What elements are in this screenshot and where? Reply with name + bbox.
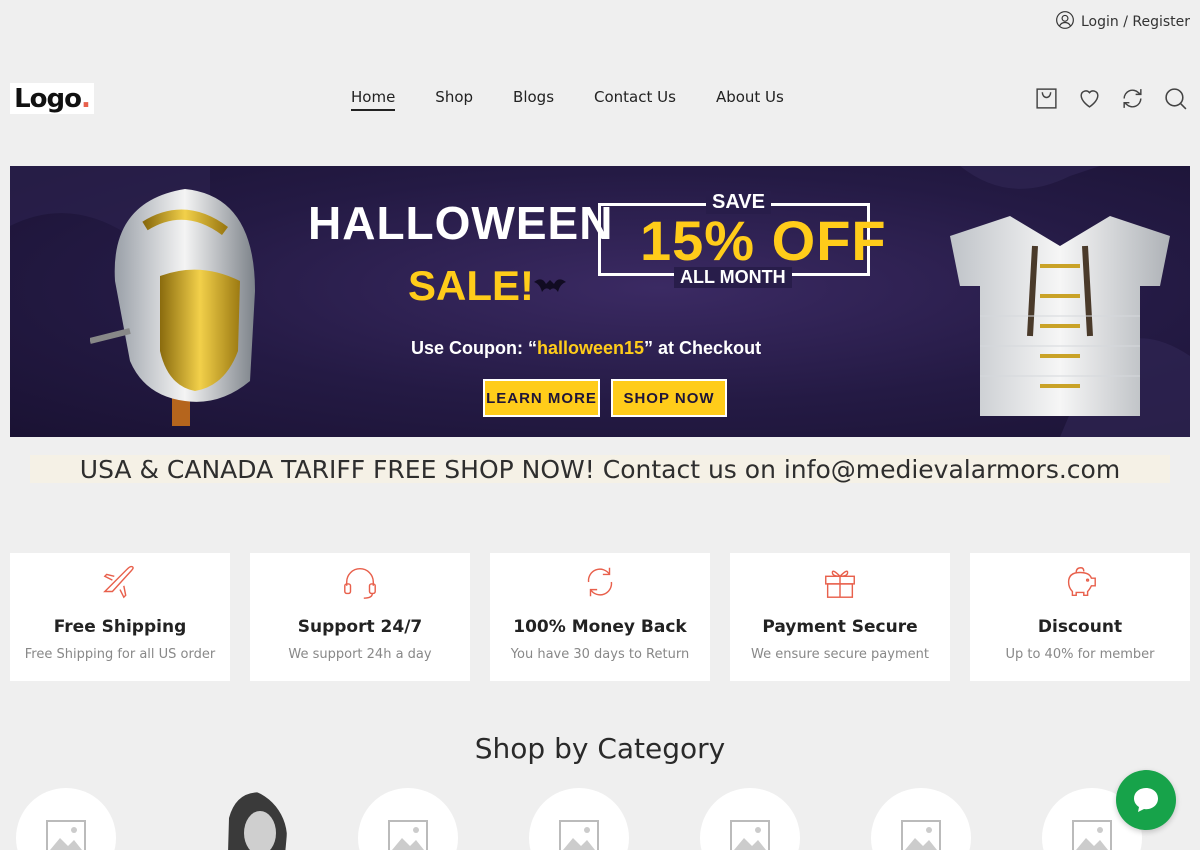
nav-home[interactable]: Home [351, 88, 396, 111]
category-item[interactable] [16, 788, 116, 850]
image-placeholder-icon [559, 820, 599, 850]
banner-coupon: Use Coupon: “halloween15” at Checkout [411, 338, 761, 359]
tariff-notice: USA & CANADA TARIFF FREE SHOP NOW! Conta… [30, 455, 1170, 484]
coupon-prefix: Use Coupon: “ [411, 338, 537, 358]
headset-icon [344, 567, 376, 599]
logo-dot: . [81, 83, 91, 114]
nav-about-us[interactable]: About Us [716, 88, 784, 111]
logo-text: Logo [14, 83, 82, 114]
banner-discount: 15% OFF [640, 209, 887, 272]
feature-card: Free Shipping Free Shipping for all US o… [10, 553, 230, 681]
chainmail-coif-image [228, 792, 287, 850]
main-nav: Home Shop Blogs Contact Us About Us [351, 88, 784, 111]
image-placeholder-icon [1072, 820, 1112, 850]
feature-subtitle: We support 24h a day [288, 647, 432, 662]
feature-card: Payment Secure We ensure secure payment [730, 553, 950, 681]
gift-icon [825, 570, 855, 598]
nav-contact-us[interactable]: Contact Us [594, 88, 676, 111]
image-placeholder-icon [730, 820, 770, 850]
bat-icon [534, 279, 566, 292]
category-item[interactable] [187, 788, 287, 850]
chat-bubble-icon [1134, 788, 1158, 812]
feature-title: Discount [1037, 617, 1123, 637]
login-register-label: Login / Register [1080, 14, 1190, 30]
image-placeholder-icon [46, 820, 86, 850]
heart-icon[interactable] [1077, 86, 1102, 111]
cart-icon[interactable] [1034, 86, 1059, 111]
piggy-bank-icon [1067, 567, 1096, 597]
feature-title: 100% Money Back [513, 617, 687, 637]
site-logo[interactable]: Logo. [10, 83, 94, 114]
feature-subtitle: Up to 40% for member [1005, 647, 1155, 662]
banner-period: ALL MONTH [674, 267, 792, 288]
coupon-suffix: ” at Checkout [644, 338, 762, 358]
banner-sale: SALE! [408, 262, 534, 309]
category-item[interactable] [358, 788, 458, 850]
user-icon [1055, 10, 1075, 34]
halloween-banner[interactable]: HALLOWEEN SALE! SAVE 15% OFF ALL MONTH U… [10, 166, 1190, 437]
learn-more-button[interactable]: LEARN MORE [483, 379, 600, 417]
image-placeholder-icon [901, 820, 941, 850]
nav-shop[interactable]: Shop [435, 88, 473, 111]
category-item[interactable] [529, 788, 629, 850]
chat-button[interactable] [1116, 770, 1176, 830]
shop-now-button[interactable]: SHOP NOW [611, 379, 727, 417]
header-actions [1034, 86, 1188, 111]
feature-subtitle: We ensure secure payment [751, 647, 929, 662]
feature-title: Support 24/7 [297, 617, 423, 637]
armor-image [950, 216, 1170, 416]
coupon-code: halloween15 [537, 338, 645, 358]
feature-subtitle: Free Shipping for all US order [24, 647, 216, 662]
category-section-title: Shop by Category [474, 732, 726, 765]
helmet-image [90, 189, 255, 426]
category-item[interactable] [700, 788, 800, 850]
banner-headline: HALLOWEEN [308, 197, 614, 249]
feature-subtitle: You have 30 days to Return [510, 647, 690, 662]
image-placeholder-icon [388, 820, 428, 850]
feature-card: Support 24/7 We support 24h a day [250, 553, 470, 681]
refresh-icon [587, 567, 613, 597]
airplane-icon [103, 565, 134, 599]
login-register-link[interactable]: Login / Register [1055, 10, 1190, 34]
feature-title: Payment Secure [762, 617, 918, 637]
nav-blogs[interactable]: Blogs [513, 88, 554, 111]
category-item[interactable] [871, 788, 971, 850]
feature-title: Free Shipping [53, 617, 187, 637]
feature-cards: Free Shipping Free Shipping for all US o… [10, 553, 1190, 681]
compare-icon[interactable] [1120, 86, 1145, 111]
feature-card: Discount Up to 40% for member [970, 553, 1190, 681]
feature-card: 100% Money Back You have 30 days to Retu… [490, 553, 710, 681]
search-icon[interactable] [1163, 86, 1188, 111]
